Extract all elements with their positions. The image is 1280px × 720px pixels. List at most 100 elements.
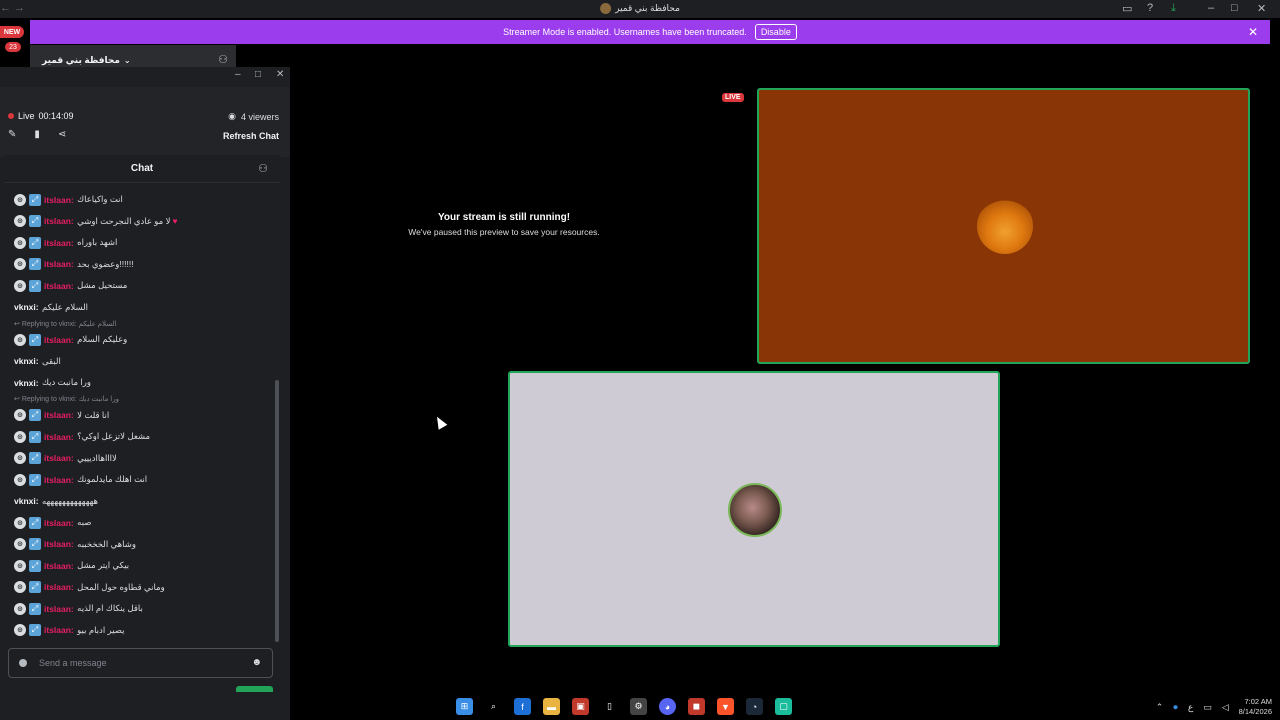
popout-header: Live 00:14:09 ◉ 4 viewers ✎ ▮ ⋖ Refresh … xyxy=(0,87,290,157)
chat-message: ⊙ ⤢ itslaan: وشاهي الخخخببه xyxy=(4,534,274,556)
chat-username[interactable]: itslaan: xyxy=(44,195,74,205)
download-icon[interactable]: ⤓ xyxy=(1171,2,1176,15)
brave-icon[interactable]: ▼ xyxy=(717,698,734,715)
live-dot-icon xyxy=(8,113,14,119)
chat-text: مشعل لاتزعل اوكي؟ xyxy=(77,431,151,442)
mod-badge-icon: ⤢ xyxy=(29,430,41,443)
emoji-icon[interactable]: ☻ xyxy=(251,657,262,668)
participant-tile-2[interactable] xyxy=(508,371,1000,647)
mod-badge-icon: ⤢ xyxy=(29,538,41,551)
discord-icon[interactable]: ◕ xyxy=(659,698,676,715)
chat-username[interactable]: itslaan: xyxy=(44,259,74,269)
chevron-up-icon[interactable]: ⌃ xyxy=(1156,702,1164,713)
send-button[interactable] xyxy=(236,686,273,692)
chat-panel: Chat ⚇ ⊙ ⤢ itslaan: انت واكياعاك ⊙ ⤢ itslaan:… xyxy=(4,155,280,720)
chat-text: وماني قطاوه حول المحل xyxy=(77,581,165,592)
video-editor-icon[interactable]: ▣ xyxy=(572,698,589,715)
language-indicator[interactable]: ع xyxy=(1188,702,1193,713)
file-explorer-icon[interactable]: ▬ xyxy=(543,698,560,715)
mod-badge-icon: ⤢ xyxy=(29,258,41,271)
volume-icon[interactable]: ◁ xyxy=(1222,702,1229,713)
search-icon[interactable]: ⌕ xyxy=(485,698,502,715)
chat-text: بيكي ايتر مشل xyxy=(77,560,130,571)
mod-badge-icon: ⤢ xyxy=(29,215,41,228)
minimize-icon[interactable]: – xyxy=(1208,2,1214,14)
mic-icon[interactable]: ⏺ xyxy=(1173,702,1178,713)
chat-users-icon[interactable]: ⚇ xyxy=(258,155,268,183)
live-tag: LIVE xyxy=(722,93,744,102)
chat-username[interactable]: itslaan: xyxy=(44,539,74,549)
reply-text: Replying to vknxi: ورا مانبت ديك xyxy=(21,396,120,403)
sub-badge-icon: ⊙ xyxy=(14,279,26,292)
popout-maximize-icon[interactable]: □ xyxy=(255,69,261,80)
active-app-icon[interactable]: ▢ xyxy=(775,698,792,715)
reply-reference[interactable]: ↩ Replying to vknxi: ورا مانبت ديك xyxy=(4,394,274,405)
chat-username[interactable]: itslaan: xyxy=(44,475,74,485)
chat-username[interactable]: vknxi: xyxy=(14,378,39,388)
chat-username[interactable]: itslaan: xyxy=(44,604,74,614)
chat-message: ⊙ ⤢ itslaan: انت اهلك مايدلمونك xyxy=(4,469,274,491)
network-icon[interactable]: ▭ xyxy=(1203,702,1212,713)
streamer-mode-banner: Streamer Mode is enabled. Usernames have… xyxy=(30,20,1270,44)
participant-avatar-2 xyxy=(728,483,782,537)
chat-message: ⊙ ⤢ itslaan: انا قلت لا xyxy=(4,405,274,427)
popout-minimize-icon[interactable]: – xyxy=(235,69,241,80)
clock[interactable]: 7:02 AM 8/14/2026 xyxy=(1239,697,1272,717)
chat-username[interactable]: itslaan: xyxy=(44,281,74,291)
banner-close-icon[interactable]: ✕ xyxy=(1248,25,1258,39)
chat-username[interactable]: itslaan: xyxy=(44,518,74,528)
chat-text: ورا مانبت ديك xyxy=(41,377,91,388)
mod-badge-icon: ⤢ xyxy=(29,409,41,422)
mod-badge-icon: ⤢ xyxy=(29,236,41,249)
help-icon[interactable]: ? xyxy=(1147,2,1153,14)
facebook-icon[interactable]: f xyxy=(514,698,531,715)
chat-username[interactable]: itslaan: xyxy=(44,625,74,635)
settings-icon[interactable]: ⚙ xyxy=(630,698,647,715)
chat-username[interactable]: vknxi: xyxy=(14,496,39,506)
live-label: Live xyxy=(18,111,35,121)
windows-start-icon[interactable]: ⊞ xyxy=(456,698,473,715)
reply-reference[interactable]: ↩ Replying to vknxi: السلام عليكم xyxy=(4,318,274,329)
chat-text: انت اهلك مايدلمونك xyxy=(77,474,148,485)
popout-close-icon[interactable]: ✕ xyxy=(276,69,284,80)
window-title: محافظة بني قمير xyxy=(600,3,680,14)
inbox-icon[interactable]: ▭ xyxy=(1122,2,1132,15)
chat-username[interactable]: itslaan: xyxy=(44,238,74,248)
app-icon[interactable]: ▯ xyxy=(601,698,618,715)
popout-titlebar: – □ ✕ xyxy=(0,67,290,85)
app-red-icon[interactable]: ◼ xyxy=(688,698,705,715)
mod-badge-icon: ⤢ xyxy=(29,279,41,292)
chat-username[interactable]: itslaan: xyxy=(44,582,74,592)
chat-username[interactable]: vknxi: xyxy=(14,302,39,312)
sub-badge-icon: ⊙ xyxy=(14,581,26,594)
chat-text: هههههههههههههه xyxy=(41,495,99,506)
participant-tile-1[interactable] xyxy=(757,88,1250,364)
steam-icon[interactable]: ◔ xyxy=(746,698,763,715)
chat-scrollbar[interactable] xyxy=(275,380,279,642)
chat-username[interactable]: itslaan: xyxy=(44,432,74,442)
chat-username[interactable]: itslaan: xyxy=(44,410,74,420)
chat-username[interactable]: itslaan: xyxy=(44,561,74,571)
share-icon[interactable]: ⋖ xyxy=(58,129,66,140)
pencil-icon[interactable]: ✎ xyxy=(8,129,16,140)
sub-badge-icon: ⊙ xyxy=(14,516,26,529)
chat-message: ⊙ ⤢ itslaan: وعليكم السلام xyxy=(4,329,274,351)
sub-badge-icon: ⊙ xyxy=(14,333,26,346)
clip-icon[interactable]: ▮ xyxy=(34,129,40,140)
refresh-chat-button[interactable]: Refresh Chat xyxy=(223,131,279,141)
paused-title: Your stream is still running! xyxy=(437,212,571,223)
chat-input[interactable]: Send a message ☻ xyxy=(8,648,273,678)
popout-tools: ✎ ▮ ⋖ xyxy=(8,129,66,140)
close-icon[interactable]: ✕ xyxy=(1257,2,1266,15)
invite-icon[interactable]: ⚇ xyxy=(218,53,228,66)
nav-arrows[interactable]: ← → xyxy=(0,2,25,14)
chat-username[interactable]: vknxi: xyxy=(14,356,39,366)
chat-username[interactable]: itslaan: xyxy=(44,335,74,345)
chat-username[interactable]: itslaan: xyxy=(44,216,74,226)
disable-button[interactable]: Disable xyxy=(754,24,797,40)
chat-username[interactable]: itslaan: xyxy=(44,453,74,463)
maximize-icon[interactable]: □ xyxy=(1231,2,1238,14)
clock-time: 7:02 AM xyxy=(1244,697,1272,706)
chat-message: ⊙ ⤢ itslaan: يصير ادبام بيو xyxy=(4,620,274,642)
windows-taskbar: ⊞ ⌕ f ▬ ▣ ▯ ⚙ ◕ ◼ ▼ ◔ ▢ ⌃ ⏺ ع ▭ ◁ 7:02 A… xyxy=(290,694,1280,720)
